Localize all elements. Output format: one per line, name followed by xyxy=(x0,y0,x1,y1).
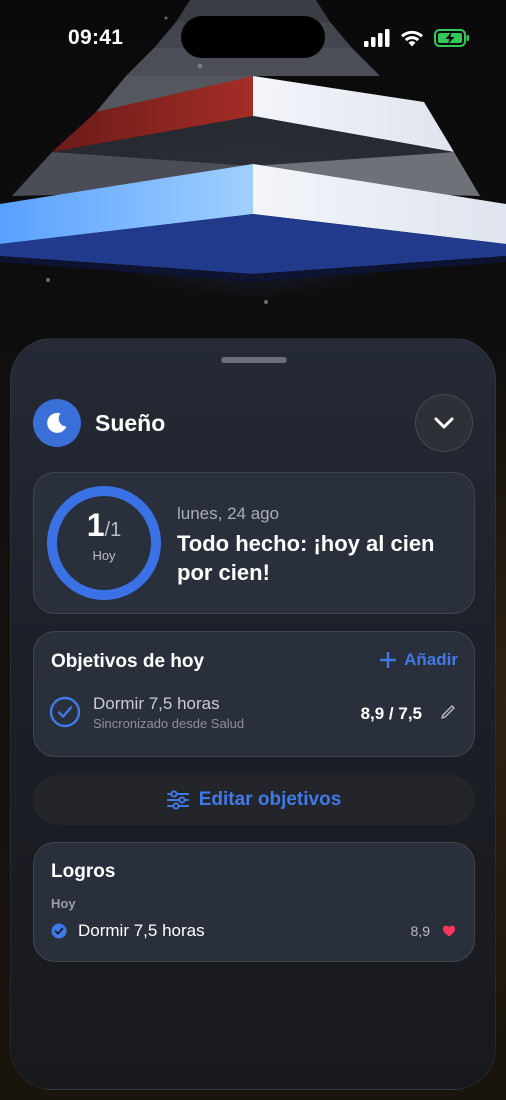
goal-name: Dormir 7,5 horas xyxy=(93,694,220,713)
edit-goals-button[interactable]: Editar objetivos xyxy=(33,775,475,825)
sheet-title: Sueño xyxy=(95,409,166,436)
status-time: 09:41 xyxy=(68,26,124,49)
summary-date: lunes, 24 ago xyxy=(177,504,280,523)
heart-icon xyxy=(443,925,455,937)
goals-card: Objetivos de hoy Añadir Dormir 7,5 horas… xyxy=(33,631,475,757)
status-icons xyxy=(364,29,470,47)
sleep-sheet: Sueño 1/1 Hoy lunes, 24 ago Todo hecho: … xyxy=(10,338,496,1090)
signal-icon xyxy=(364,29,390,47)
sheet-header: Sueño xyxy=(33,394,473,452)
achievements-card[interactable]: Logros Hoy Dormir 7,5 horas 8,9 xyxy=(33,842,475,962)
summary-card[interactable]: 1/1 Hoy lunes, 24 ago Todo hecho: ¡hoy a… xyxy=(33,472,475,614)
collapse-button[interactable] xyxy=(415,394,473,452)
chevron-down-icon xyxy=(434,417,454,429)
ring-label: Hoy xyxy=(92,548,116,563)
ring-total: 1 xyxy=(110,519,122,541)
progress-ring: 1/1 Hoy xyxy=(44,483,164,603)
sheet-grabber[interactable] xyxy=(221,357,287,363)
achievement-value: 8,9 xyxy=(410,923,430,939)
goal-value: 8,9 / 7,5 xyxy=(360,704,422,723)
edit-goals-label: Editar objetivos xyxy=(198,789,342,810)
check-dot-icon xyxy=(51,923,67,939)
add-goal-button[interactable]: Añadir xyxy=(380,650,458,670)
summary-message: Todo hecho: ¡hoy al cien por cien! xyxy=(177,531,435,585)
achievement-name: Dormir 7,5 horas xyxy=(78,921,205,940)
check-circle-icon[interactable] xyxy=(49,696,81,728)
add-goal-label: Añadir xyxy=(404,650,458,669)
goals-title: Objetivos de hoy xyxy=(51,651,205,672)
wifi-icon xyxy=(401,30,423,47)
status-bar: 09:41 xyxy=(0,0,506,76)
sliders-icon xyxy=(166,790,189,810)
ring-completed: 1 xyxy=(86,507,105,543)
achievement-row[interactable]: Dormir 7,5 horas 8,9 xyxy=(51,921,458,943)
plus-icon xyxy=(380,652,397,668)
sleep-screen: 09:41 Sueño 1/1 Hoy lunes, 24 ago Todo h… xyxy=(0,0,506,1100)
achievements-section: Hoy xyxy=(51,896,76,911)
moon-icon xyxy=(33,399,81,447)
achievements-title: Logros xyxy=(51,861,116,882)
goal-source: Sincronizado desde Salud xyxy=(93,716,245,731)
pencil-icon[interactable] xyxy=(440,704,456,720)
goal-row[interactable]: Dormir 7,5 horas Sincronizado desde Salu… xyxy=(49,694,458,734)
battery-charging-icon xyxy=(434,29,469,47)
